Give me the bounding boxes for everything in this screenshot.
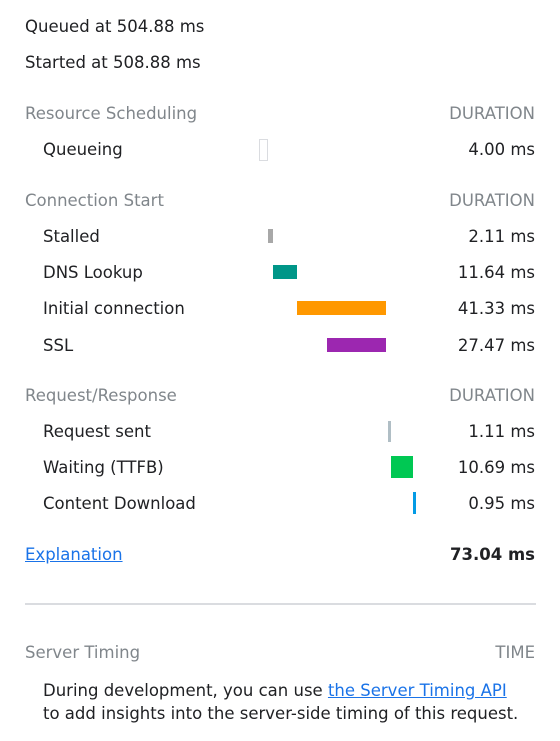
bar-ssl — [327, 338, 386, 352]
bar-content-download — [413, 492, 416, 514]
bar-stalled — [268, 229, 273, 243]
server-timing-api-link[interactable]: the Server Timing API — [328, 681, 507, 700]
row-value-dns-lookup: 11.64 ms — [457, 263, 535, 282]
bar-initial-connection — [297, 301, 386, 315]
section-title-connection-start: Connection Start — [25, 191, 164, 210]
server-timing-desc-suffix: to add insights into the server-side tim… — [43, 703, 519, 723]
explanation-link[interactable]: Explanation — [25, 545, 123, 564]
queued-at-text: Queued at 504.88 ms — [25, 17, 205, 36]
row-label-stalled: Stalled — [43, 227, 100, 246]
row-value-content-download: 0.95 ms — [468, 494, 535, 513]
timing-panel: Queued at 504.88 ms Started at 508.88 ms… — [0, 0, 560, 741]
section-divider — [25, 603, 536, 605]
bar-queueing — [259, 139, 268, 161]
row-label-content-download: Content Download — [43, 494, 196, 513]
section-title-resource-scheduling: Resource Scheduling — [25, 104, 198, 123]
bar-dns-lookup — [273, 265, 297, 279]
row-label-dns-lookup: DNS Lookup — [43, 263, 143, 282]
row-value-request-sent: 1.11 ms — [468, 422, 535, 441]
row-value-initial-connection: 41.33 ms — [457, 299, 535, 318]
row-value-waiting-ttfb: 10.69 ms — [457, 458, 535, 477]
row-label-initial-connection: Initial connection — [43, 299, 185, 318]
section-header-duration: DURATION — [449, 191, 535, 210]
bar-waiting-ttfb — [391, 456, 413, 478]
row-value-stalled: 2.11 ms — [468, 227, 535, 246]
section-header-duration: DURATION — [449, 386, 535, 405]
section-title-server-timing: Server Timing — [25, 643, 141, 662]
started-at-text: Started at 508.88 ms — [25, 53, 201, 72]
section-header-duration: DURATION — [449, 104, 535, 123]
section-title-request-response: Request/Response — [25, 386, 177, 405]
bar-request-sent — [388, 421, 391, 442]
server-timing-desc-prefix: During development, you can use — [43, 681, 328, 700]
row-label-request-sent: Request sent — [43, 422, 151, 441]
server-timing-description: During development, you can use the Serv… — [43, 680, 523, 725]
row-label-ssl: SSL — [43, 336, 74, 355]
total-duration: 73.04 ms — [450, 545, 535, 564]
row-value-ssl: 27.47 ms — [457, 336, 535, 355]
row-label-queueing: Queueing — [43, 140, 123, 159]
section-header-time: TIME — [495, 643, 535, 662]
row-value-queueing: 4.00 ms — [468, 140, 535, 159]
row-label-waiting-ttfb: Waiting (TTFB) — [43, 458, 164, 477]
